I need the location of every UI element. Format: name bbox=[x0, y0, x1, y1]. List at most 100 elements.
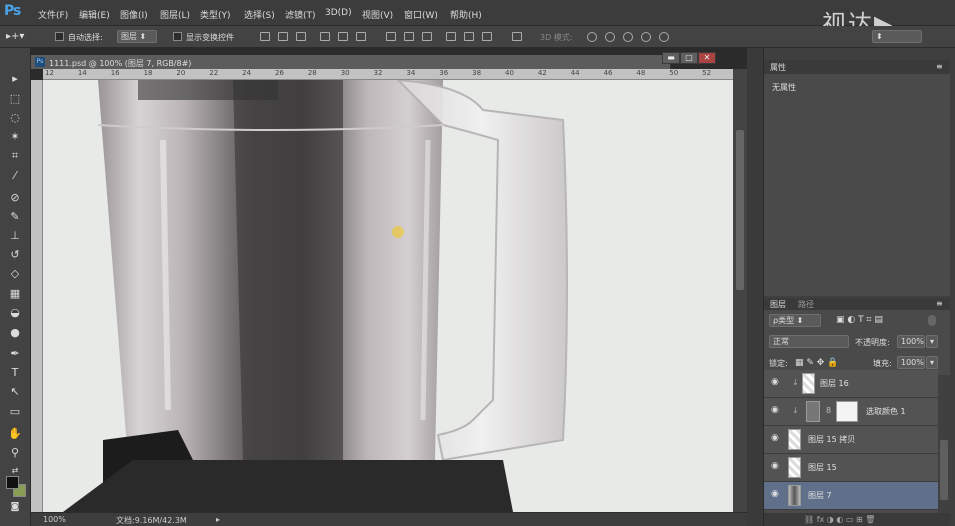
auto-align-icon[interactable] bbox=[512, 32, 522, 41]
visibility-eye-icon[interactable]: ◉ bbox=[771, 461, 779, 471]
layer-row[interactable]: ◉ 图层 15 拷贝 bbox=[764, 426, 938, 454]
menu-3d[interactable]: 3D(D) bbox=[325, 8, 352, 18]
magic-wand-tool-icon[interactable]: ✶ bbox=[6, 130, 24, 144]
vertical-ruler bbox=[31, 80, 43, 512]
pen-tool-icon[interactable]: ✒ bbox=[6, 347, 24, 361]
menu-help[interactable]: 帮助(H) bbox=[450, 8, 482, 21]
options-bar: ▸+▾ 自动选择: 图层 ⬍ 显示变换控件 3D 模式: ⬍ bbox=[0, 26, 955, 48]
ruler-mark: 18 bbox=[143, 69, 153, 77]
tab-properties[interactable]: 属性 bbox=[770, 62, 786, 73]
visibility-eye-icon[interactable]: ◉ bbox=[771, 377, 779, 387]
status-menu-icon[interactable]: ▸ bbox=[216, 515, 220, 524]
distribute-top-icon[interactable] bbox=[386, 32, 396, 41]
distribute-hcenter-icon[interactable] bbox=[464, 32, 474, 41]
layer-row[interactable]: ◉ 图层 15 bbox=[764, 454, 938, 482]
layer-row[interactable]: ◉ ↓ 图层 16 bbox=[764, 370, 938, 398]
workspace-dropdown[interactable]: ⬍ bbox=[872, 30, 922, 43]
lock-icons[interactable]: ▦ ✎ ✥ 🔒 bbox=[795, 358, 838, 368]
ruler-mark: 22 bbox=[209, 69, 219, 77]
3d-scale-icon[interactable] bbox=[659, 32, 669, 42]
align-left-icon[interactable] bbox=[320, 32, 330, 41]
crop-tool-icon[interactable]: ⌗ bbox=[6, 149, 24, 163]
menu-select[interactable]: 选择(S) bbox=[244, 8, 275, 21]
menu-image[interactable]: 图像(I) bbox=[120, 8, 148, 21]
show-transform-label: 显示变换控件 bbox=[186, 33, 234, 42]
close-button[interactable]: ✕ bbox=[698, 52, 716, 64]
opacity-dropdown-arrow[interactable]: ▾ bbox=[926, 335, 938, 348]
shape-tool-icon[interactable]: ▭ bbox=[6, 405, 24, 419]
ruler-mark: 48 bbox=[636, 69, 646, 77]
visibility-eye-icon[interactable]: ◉ bbox=[771, 489, 779, 499]
menu-edit[interactable]: 编辑(E) bbox=[79, 8, 110, 21]
ruler-mark: 42 bbox=[537, 69, 547, 77]
canvas[interactable] bbox=[43, 80, 733, 512]
hand-tool-icon[interactable]: ✋ bbox=[6, 427, 24, 441]
align-bottom-icon[interactable] bbox=[296, 32, 306, 41]
align-right-icon[interactable] bbox=[356, 32, 366, 41]
3d-slide-icon[interactable] bbox=[641, 32, 651, 42]
history-brush-tool-icon[interactable]: ↺ bbox=[6, 248, 24, 262]
3d-rotate-icon[interactable] bbox=[587, 32, 597, 42]
layers-panel-menu-icon[interactable]: ≡ bbox=[936, 299, 943, 308]
auto-select-target-dropdown[interactable]: 图层 ⬍ bbox=[117, 30, 157, 43]
visibility-eye-icon[interactable]: ◉ bbox=[771, 433, 779, 443]
fill-input[interactable]: 100% bbox=[897, 356, 925, 369]
auto-select-checkbox[interactable] bbox=[55, 32, 64, 41]
menu-layer[interactable]: 图层(L) bbox=[160, 8, 190, 21]
layer-filter-dropdown[interactable]: ρ类型 ⬍ bbox=[769, 314, 821, 327]
layer-mask-thumbnail[interactable] bbox=[836, 401, 858, 422]
align-hcenter-icon[interactable] bbox=[338, 32, 348, 41]
align-top-icon[interactable] bbox=[260, 32, 270, 41]
move-tool-icon[interactable]: ▸ bbox=[6, 72, 24, 86]
zoom-tool-icon[interactable]: ⚲ bbox=[6, 446, 24, 460]
visibility-eye-icon[interactable]: ◉ bbox=[771, 405, 779, 415]
tab-layers[interactable]: 图层 bbox=[770, 299, 786, 310]
menu-view[interactable]: 视图(V) bbox=[362, 8, 393, 21]
type-tool-icon[interactable]: T bbox=[6, 366, 24, 380]
eyedropper-tool-icon[interactable]: ⁄ bbox=[6, 169, 24, 183]
eraser-tool-icon[interactable]: ◇ bbox=[6, 267, 24, 281]
healing-brush-tool-icon[interactable]: ⊘ bbox=[6, 191, 24, 205]
path-selection-tool-icon[interactable]: ↖ bbox=[6, 385, 24, 399]
layer-actions-icons[interactable]: ⛓ fx ◑ ◐ ▭ ⊞ 🗑 bbox=[804, 515, 875, 524]
filter-toggle[interactable] bbox=[928, 315, 936, 326]
opacity-input[interactable]: 100% bbox=[897, 335, 925, 348]
dodge-tool-icon[interactable]: ● bbox=[6, 326, 24, 340]
canvas-scroll-thumb[interactable] bbox=[736, 130, 744, 290]
minimize-button[interactable]: ▬ bbox=[662, 52, 680, 64]
3d-drag-icon[interactable] bbox=[623, 32, 633, 42]
brush-tool-icon[interactable]: ✎ bbox=[6, 210, 24, 224]
mask-link-icon[interactable]: 8 bbox=[826, 406, 831, 415]
fill-dropdown-arrow[interactable]: ▾ bbox=[926, 356, 938, 369]
lasso-tool-icon[interactable]: ◌ bbox=[6, 111, 24, 125]
blur-tool-icon[interactable]: ◒ bbox=[6, 306, 24, 320]
menu-filter[interactable]: 滤镜(T) bbox=[285, 8, 316, 21]
menu-file[interactable]: 文件(F) bbox=[38, 8, 68, 21]
distribute-vcenter-icon[interactable] bbox=[404, 32, 414, 41]
layers-scroll-thumb[interactable] bbox=[940, 440, 948, 500]
align-vcenter-icon[interactable] bbox=[278, 32, 288, 41]
blender-jar-image bbox=[63, 80, 568, 512]
menu-type[interactable]: 类型(Y) bbox=[200, 8, 231, 21]
restore-button[interactable]: □ bbox=[680, 52, 698, 64]
ruler-mark: 46 bbox=[603, 69, 613, 77]
panel-menu-icon[interactable]: ≡ bbox=[936, 62, 943, 71]
clone-stamp-tool-icon[interactable]: ⊥ bbox=[6, 229, 24, 243]
show-transform-checkbox[interactable] bbox=[173, 32, 182, 41]
filter-type-icons[interactable]: ▣ ◐ T ⌗ ▤ bbox=[836, 315, 883, 325]
gradient-tool-icon[interactable]: ▦ bbox=[6, 287, 24, 301]
quick-mask-icon[interactable]: ◙ bbox=[6, 500, 24, 514]
blend-mode-dropdown[interactable]: 正常 bbox=[769, 335, 849, 348]
marquee-tool-icon[interactable]: ⬚ bbox=[6, 92, 24, 106]
distribute-bottom-icon[interactable] bbox=[422, 32, 432, 41]
layer-row-selected[interactable]: ◉ 图层 7 bbox=[764, 482, 938, 510]
3d-roll-icon[interactable] bbox=[605, 32, 615, 42]
zoom-level[interactable]: 100% bbox=[43, 515, 66, 524]
tab-paths[interactable]: 路径 bbox=[798, 299, 814, 310]
menu-window[interactable]: 窗口(W) bbox=[404, 8, 438, 21]
distribute-left-icon[interactable] bbox=[446, 32, 456, 41]
foreground-color-swatch[interactable] bbox=[6, 476, 19, 489]
move-tool-preset-icon[interactable]: ▸+▾ bbox=[6, 31, 24, 42]
layer-row[interactable]: ◉ ↓ 8 选取颜色 1 bbox=[764, 398, 938, 426]
distribute-right-icon[interactable] bbox=[482, 32, 492, 41]
